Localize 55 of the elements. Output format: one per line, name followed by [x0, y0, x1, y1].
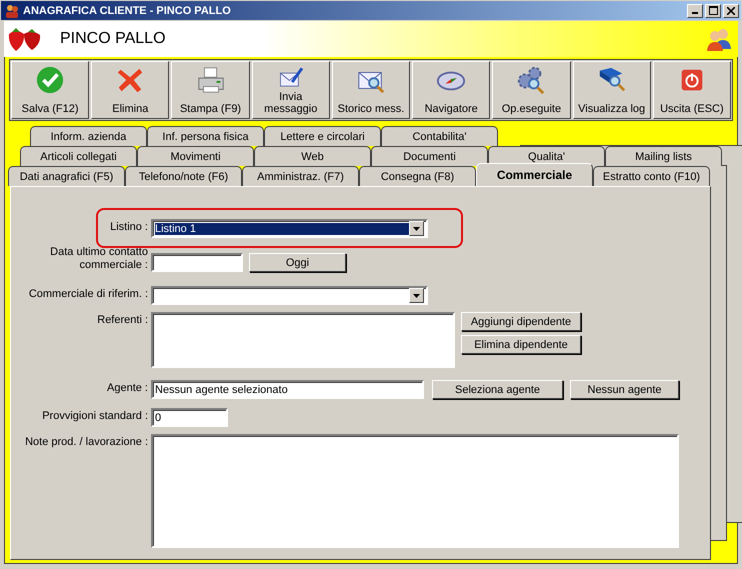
tab[interactable]: Commerciale	[476, 163, 593, 186]
dropdown-field[interactable]: Listino 1	[151, 219, 428, 238]
toolbar-button[interactable]: Op.eseguite	[492, 61, 571, 119]
button[interactable]: Nessun agente	[570, 380, 679, 399]
button[interactable]: Elimina dipendente	[461, 335, 581, 354]
list-field[interactable]	[151, 312, 455, 368]
toolbar-button[interactable]: Uscita (ESC)	[652, 61, 731, 119]
tab[interactable]: Articoli collegati	[20, 146, 137, 166]
minimize-button[interactable]	[687, 4, 703, 18]
close-icon	[727, 6, 735, 14]
button[interactable]: Aggiungi dipendente	[461, 312, 581, 331]
dropdown-arrow-icon	[413, 226, 420, 230]
customer-name: PINCO PALLO	[60, 30, 167, 48]
field-label: Provvigioni standard :	[41, 409, 148, 423]
toolbar-button[interactable]: Salva (F12)	[11, 61, 90, 119]
field-label: Note prod. / lavorazione :	[24, 435, 148, 449]
tab[interactable]: Dati anagrafici (F5)	[8, 166, 125, 186]
toolbar-button[interactable]: Invia messaggio	[252, 61, 330, 119]
tab[interactable]: Contabilita'	[381, 126, 498, 146]
dropdown-arrow-icon	[413, 294, 420, 298]
text-area[interactable]	[151, 434, 679, 548]
minimize-icon	[692, 12, 698, 14]
dropdown-field[interactable]	[151, 286, 428, 305]
input-field[interactable]: 0	[151, 408, 228, 427]
tab[interactable]: Inf. persona fisica	[147, 126, 264, 146]
tab[interactable]: Inform. azienda	[30, 126, 147, 146]
toolbar-button[interactable]: Elimina	[91, 61, 170, 119]
tab[interactable]: Estratto conto (F10)	[593, 166, 710, 186]
toolbar-button[interactable]: Visualizza log	[572, 61, 651, 119]
maximize-button[interactable]	[705, 4, 721, 18]
tab[interactable]: Movimenti	[137, 146, 254, 166]
input-field[interactable]	[151, 253, 243, 272]
field-label: Agente :	[106, 381, 148, 395]
close-button[interactable]	[723, 4, 739, 18]
button[interactable]: Seleziona agente	[432, 380, 563, 399]
field-label: Referenti :	[96, 313, 148, 327]
button[interactable]: Oggi	[249, 253, 346, 272]
tab[interactable]: Mailing lists	[605, 146, 722, 166]
tab[interactable]: Web	[254, 146, 371, 166]
tab[interactable]: Amministraz. (F7)	[242, 166, 359, 186]
tab[interactable]: Telefono/note (F6)	[125, 166, 242, 186]
window-title: ANAGRAFICA CLIENTE - PINCO PALLO	[23, 4, 232, 16]
field-label: Listino :	[109, 220, 148, 234]
tab[interactable]: Consegna (F8)	[359, 166, 476, 186]
toolbar-button[interactable]: Storico mess.	[332, 61, 410, 119]
input-field[interactable]: Nessun agente selezionato	[151, 380, 424, 399]
app-icon	[5, 4, 19, 18]
tab[interactable]: Lettere e circolari	[264, 126, 381, 146]
tab[interactable]: Documenti	[371, 146, 488, 166]
field-label: Commerciale di riferim. :	[28, 287, 148, 301]
toolbar-button[interactable]: Navigatore	[412, 61, 490, 119]
toolbar-button[interactable]: Stampa (F9)	[171, 61, 250, 119]
maximize-icon	[708, 6, 718, 15]
people-icon	[706, 27, 732, 51]
field-label: Data ultimo contatto commerciale :	[49, 246, 148, 272]
